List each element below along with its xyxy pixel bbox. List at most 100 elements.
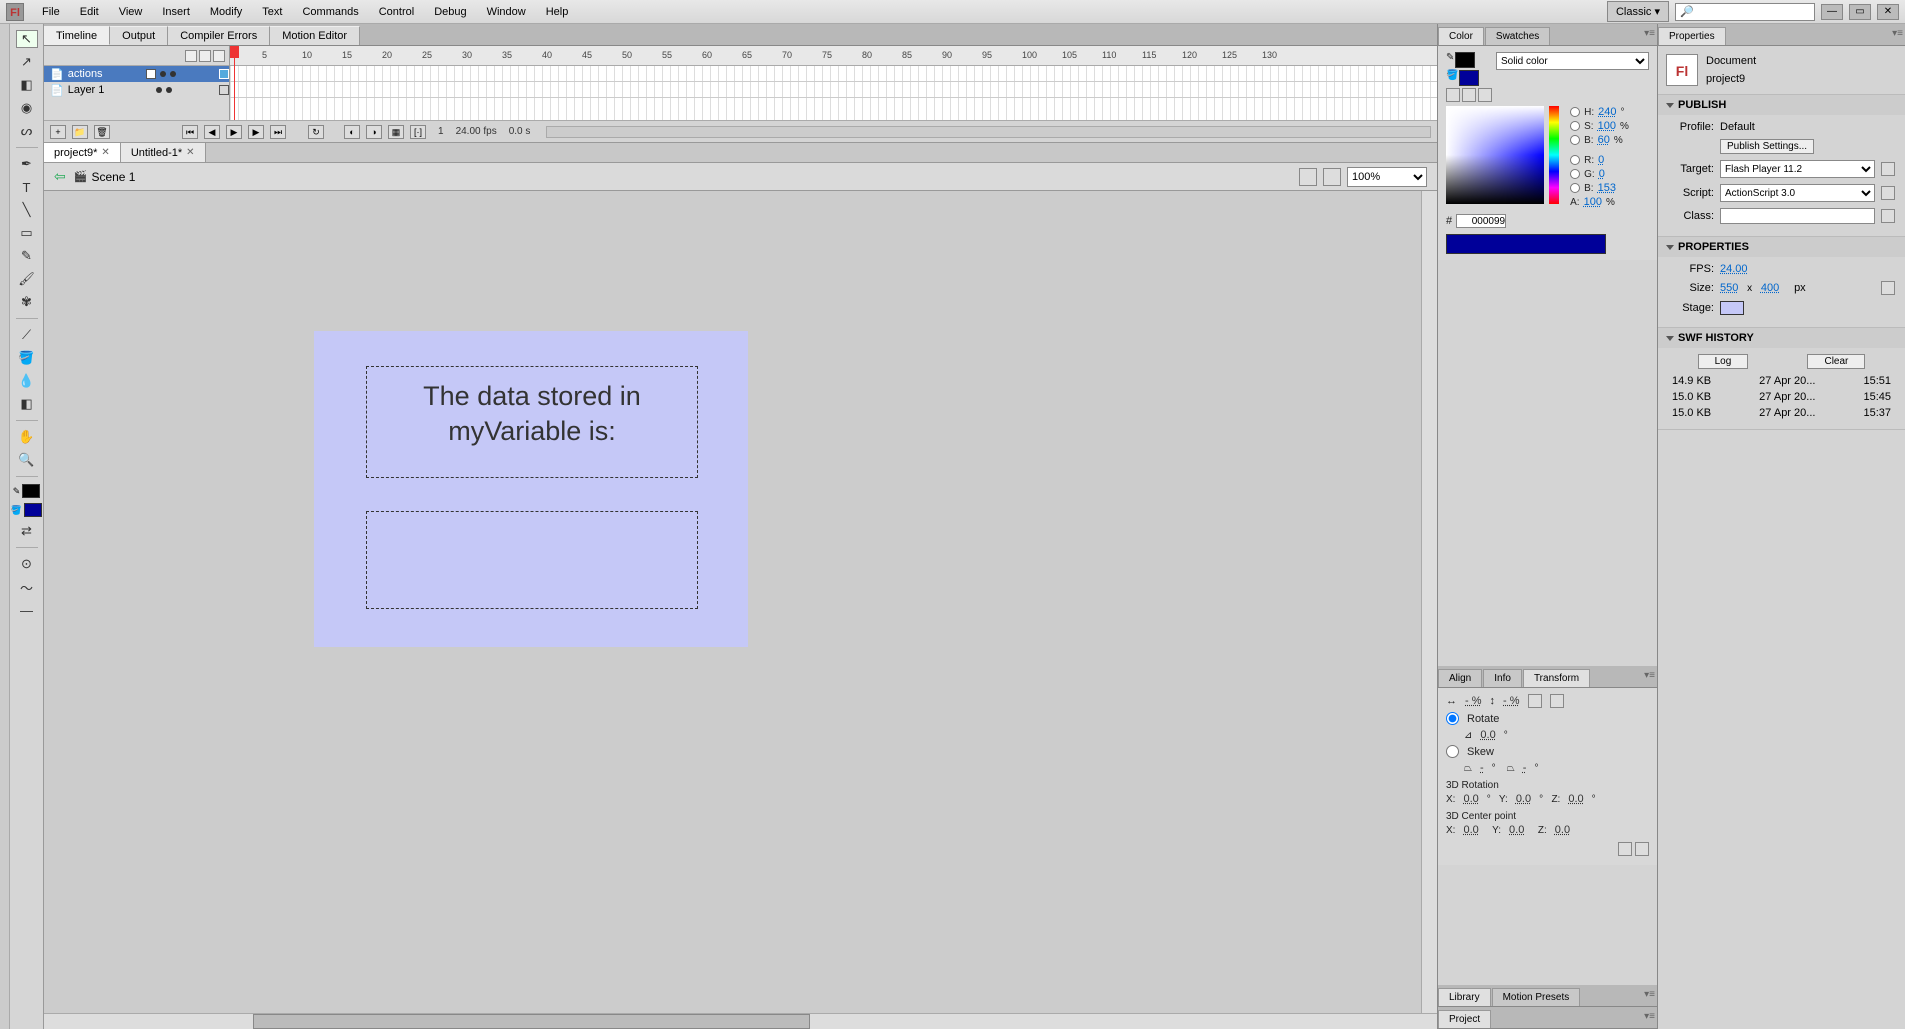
pencil-tool[interactable]: ✎ (16, 247, 38, 265)
menu-debug[interactable]: Debug (424, 2, 476, 22)
menu-view[interactable]: View (109, 2, 153, 22)
menu-help[interactable]: Help (536, 2, 579, 22)
workspace-switcher[interactable]: Classic ▾ (1607, 1, 1669, 22)
rotate-radio[interactable] (1446, 712, 1459, 725)
minimize-button[interactable]: — (1821, 4, 1843, 20)
edit-scene-button[interactable] (1299, 168, 1317, 186)
reset-transform-icon[interactable] (1635, 842, 1649, 856)
constrain-icon[interactable] (1528, 694, 1542, 708)
text-tool[interactable]: T (16, 178, 38, 196)
script-settings-icon[interactable] (1881, 186, 1895, 200)
frame-ruler[interactable]: 1510152025303540455055606570758085909510… (230, 46, 1437, 66)
lasso-tool[interactable]: ᔕ (16, 122, 38, 140)
panel-menu-icon[interactable]: ▾≡ (1892, 28, 1903, 39)
tab-align[interactable]: Align (1438, 669, 1482, 687)
fill-color-swatch[interactable] (1459, 70, 1479, 86)
playhead[interactable] (234, 46, 235, 120)
layer-row-1[interactable]: 📄 Layer 1 (44, 82, 229, 98)
line-tool[interactable]: ╲ (16, 201, 38, 219)
onion-skin-button[interactable]: ◐ (344, 125, 360, 139)
class-input[interactable] (1720, 208, 1875, 224)
onion-outline-button[interactable]: ◑ (366, 125, 382, 139)
publish-settings-button[interactable]: Publish Settings... (1720, 139, 1814, 154)
tab-output[interactable]: Output (110, 26, 168, 45)
eraser-tool[interactable]: ◧ (16, 395, 38, 413)
size-height[interactable]: 400 (1761, 282, 1779, 294)
pen-tool[interactable]: ✒ (16, 155, 38, 173)
size-settings-icon[interactable] (1881, 281, 1895, 295)
menu-modify[interactable]: Modify (200, 2, 252, 22)
hue-slider[interactable] (1549, 106, 1559, 204)
edit-class-icon[interactable] (1881, 209, 1895, 223)
rectangle-tool[interactable]: ▭ (16, 224, 38, 242)
fps-value[interactable]: 24.00 (1720, 263, 1748, 275)
stage[interactable]: The data stored in myVariable is: (314, 331, 748, 647)
search-input[interactable] (1675, 3, 1815, 21)
paint-bucket-tool[interactable]: 🪣 (16, 349, 38, 367)
step-fwd-button[interactable]: ▶ (248, 125, 264, 139)
outline-column-icon[interactable] (213, 50, 225, 62)
tab-compiler-errors[interactable]: Compiler Errors (168, 26, 270, 45)
bone-tool[interactable]: ⟋ (16, 326, 38, 344)
bw-swatch-icon[interactable] (1446, 88, 1460, 102)
new-folder-button[interactable]: 📁 (72, 125, 88, 139)
color-picker[interactable] (1446, 106, 1544, 204)
eye-column-icon[interactable] (185, 50, 197, 62)
menu-file[interactable]: File (32, 2, 70, 22)
menu-insert[interactable]: Insert (152, 2, 200, 22)
swf-log-button[interactable]: Log (1698, 354, 1749, 369)
free-transform-tool[interactable]: ◧ (16, 76, 38, 94)
panel-menu-icon[interactable]: ▾≡ (1644, 670, 1655, 681)
s-radio[interactable] (1570, 121, 1580, 131)
deco-tool[interactable]: ✾ (16, 293, 38, 311)
selection-tool[interactable]: ↖ (16, 30, 38, 48)
tab-motion-editor[interactable]: Motion Editor (270, 26, 360, 45)
doc-tab-project9[interactable]: project9* ✕ (44, 143, 121, 162)
tab-properties[interactable]: Properties (1658, 27, 1726, 45)
step-back-button[interactable]: ◀ (204, 125, 220, 139)
stroke-swatch[interactable] (22, 484, 40, 498)
maximize-button[interactable]: ▭ (1849, 4, 1871, 20)
color-type-select[interactable]: Solid color (1496, 52, 1649, 70)
menu-window[interactable]: Window (477, 2, 536, 22)
close-tab-icon[interactable]: ✕ (186, 147, 194, 158)
close-button[interactable]: ✕ (1877, 4, 1899, 20)
duplicate-transform-icon[interactable] (1618, 842, 1632, 856)
3d-rotation-tool[interactable]: ◉ (16, 99, 38, 117)
tab-info[interactable]: Info (1483, 669, 1522, 687)
swap-color-icon[interactable] (1478, 88, 1492, 102)
canvas-area[interactable]: The data stored in myVariable is: (44, 191, 1437, 1013)
vertical-scrollbar[interactable] (1421, 191, 1437, 1013)
back-arrow-icon[interactable]: ⇦ (54, 168, 66, 185)
goto-first-button[interactable]: ⏮ (182, 125, 198, 139)
edit-symbols-button[interactable] (1323, 168, 1341, 186)
swap-colors-icon[interactable]: ⇄ (16, 522, 38, 540)
stage-color-swatch[interactable] (1720, 301, 1744, 315)
edit-multi-button[interactable]: ▦ (388, 125, 404, 139)
no-color-icon[interactable] (1462, 88, 1476, 102)
target-select[interactable]: Flash Player 11.2 (1720, 160, 1875, 178)
tab-motion-presets[interactable]: Motion Presets (1492, 988, 1581, 1006)
subselection-tool[interactable]: ↗ (16, 53, 38, 71)
script-select[interactable]: ActionScript 3.0 (1720, 184, 1875, 202)
menu-edit[interactable]: Edit (70, 2, 109, 22)
zoom-tool[interactable]: 🔍 (16, 451, 38, 469)
horizontal-scrollbar[interactable] (44, 1013, 1437, 1029)
close-tab-icon[interactable]: ✕ (101, 147, 109, 158)
eyedropper-tool[interactable]: 💧 (16, 372, 38, 390)
tab-swatches[interactable]: Swatches (1485, 27, 1550, 45)
text-field-2[interactable] (366, 511, 698, 609)
text-field-1[interactable]: The data stored in myVariable is: (366, 366, 698, 478)
smooth-tool[interactable]: 〜 (16, 578, 38, 596)
stroke-color-swatch[interactable] (1455, 52, 1475, 68)
panel-menu-icon[interactable]: ▾≡ (1644, 989, 1655, 1000)
frames-area[interactable]: 1510152025303540455055606570758085909510… (230, 46, 1437, 120)
r-radio[interactable] (1570, 155, 1580, 165)
fill-swatch[interactable] (24, 503, 42, 517)
b-radio[interactable] (1570, 135, 1580, 145)
onion-markers-button[interactable]: [·] (410, 125, 426, 139)
timeline-scrollbar[interactable] (546, 126, 1431, 138)
loop-button[interactable]: ↻ (308, 125, 324, 139)
g-radio[interactable] (1570, 169, 1580, 179)
new-layer-button[interactable]: + (50, 125, 66, 139)
